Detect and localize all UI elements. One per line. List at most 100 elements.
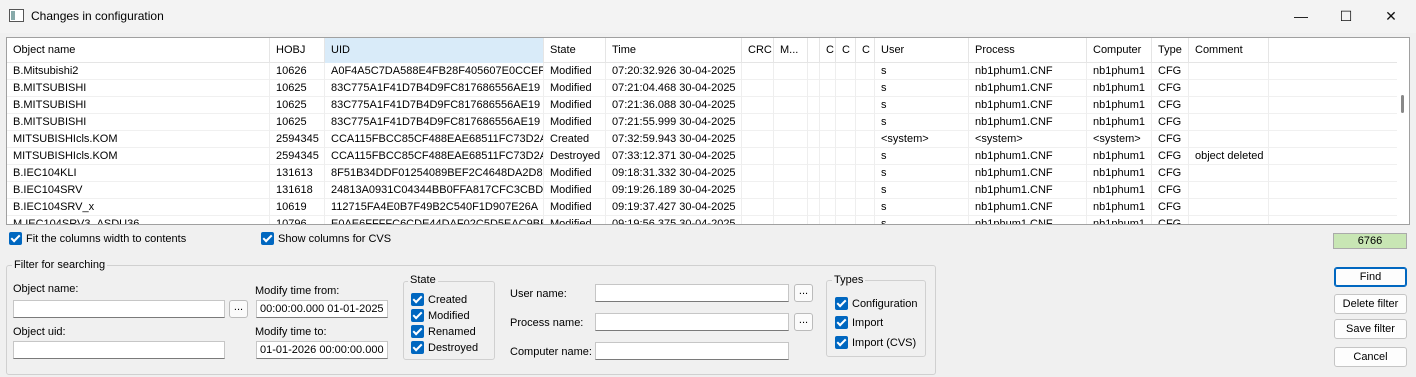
table-cell — [742, 131, 774, 148]
cancel-button[interactable]: Cancel — [1334, 347, 1407, 367]
table-row[interactable]: M.IEC104SRV3_ASDU36 10796 E0AE6FFFFC6CDE44… — [7, 216, 1398, 224]
table-cell — [774, 80, 808, 97]
process-name-label: Process name: — [510, 317, 584, 329]
type-import-checkbox[interactable]: Import — [835, 316, 883, 329]
table-row[interactable]: B.MITSUBISHI 10625 83C775A1F41D7B4D9FC8176… — [7, 114, 1398, 131]
table-cell: 09:19:26.189 30-04-2025 — [606, 182, 742, 199]
table-row[interactable]: B.IEC104SRV 131618 24813A0931C04344BB0FFA8… — [7, 182, 1398, 199]
state-destroyed-checkbox[interactable]: Destroyed — [411, 341, 478, 354]
table-cell — [820, 216, 836, 224]
table-cell — [836, 165, 856, 182]
modify-from-input[interactable]: 00:00:00.000 01-01-2025 — [256, 300, 388, 318]
table-cell — [836, 80, 856, 97]
table-cell: 10619 — [270, 199, 325, 216]
find-button[interactable]: Find — [1334, 267, 1407, 287]
table-cell — [856, 148, 875, 165]
column-header[interactable]: M... — [774, 38, 808, 63]
column-header[interactable]: HOBJ — [270, 38, 325, 63]
table-cell: Modified — [544, 216, 606, 224]
table-cell — [742, 216, 774, 224]
column-header[interactable] — [808, 38, 820, 63]
column-header[interactable]: CRC — [742, 38, 774, 63]
vertical-scrollbar[interactable] — [1397, 38, 1409, 224]
column-header[interactable]: C — [836, 38, 856, 63]
fit-columns-checkbox[interactable]: Fit the columns width to contents — [9, 232, 186, 245]
object-uid-input[interactable] — [13, 341, 225, 359]
table-cell — [1189, 165, 1269, 182]
table-cell: nb1phum1.CNF — [969, 199, 1087, 216]
table-cell — [774, 63, 808, 80]
state-created-checkbox[interactable]: Created — [411, 293, 467, 306]
table-row[interactable]: B.MITSUBISHI 10625 83C775A1F41D7B4D9FC8176… — [7, 80, 1398, 97]
save-filter-button[interactable]: Save filter — [1334, 319, 1407, 339]
table-cell: nb1phum1.CNF — [969, 148, 1087, 165]
changes-table[interactable]: Object name HOBJ UID State Time CRC M... C C C Use… — [6, 37, 1410, 225]
object-name-input[interactable] — [13, 300, 225, 318]
computer-name-input[interactable] — [595, 342, 789, 360]
column-header[interactable]: Process — [969, 38, 1087, 63]
table-row[interactable]: B.Mitsubishi2 10626 A0F4A5C7DA588E4FB28F40… — [7, 63, 1398, 80]
table-cell — [836, 199, 856, 216]
table-cell — [1189, 182, 1269, 199]
table-cell: 07:32:59.943 30-04-2025 — [606, 131, 742, 148]
table-cell: nb1phum1 — [1087, 216, 1152, 224]
column-header[interactable]: Object name — [7, 38, 270, 63]
user-name-browse-button[interactable]: ... — [794, 284, 813, 302]
state-renamed-label: Renamed — [428, 325, 476, 338]
user-name-input[interactable] — [595, 284, 789, 302]
column-header[interactable]: UID — [325, 38, 544, 63]
type-import-label: Import — [852, 316, 884, 329]
column-header[interactable]: Computer — [1087, 38, 1152, 63]
table-cell — [820, 131, 836, 148]
table-cell — [808, 216, 820, 224]
table-cell: 07:33:12.371 30-04-2025 — [606, 148, 742, 165]
table-cell: Modified — [544, 97, 606, 114]
table-cell — [1189, 114, 1269, 131]
delete-filter-button[interactable]: Delete filter — [1334, 294, 1407, 314]
table-cell: Destroyed — [544, 148, 606, 165]
table-cell: CFG — [1152, 80, 1189, 97]
close-button[interactable]: ✕ — [1368, 0, 1414, 32]
process-name-input[interactable] — [595, 313, 789, 331]
table-row[interactable]: MITSUBISHIcls.KOM 2594345 CCA115FBCC85CF48… — [7, 131, 1398, 148]
scrollbar-thumb[interactable] — [1401, 95, 1404, 113]
table-cell: Modified — [544, 63, 606, 80]
state-modified-checkbox[interactable]: Modified — [411, 309, 470, 322]
table-cell — [774, 114, 808, 131]
state-renamed-checkbox[interactable]: Renamed — [411, 325, 476, 338]
process-name-browse-button[interactable]: ... — [794, 313, 813, 331]
column-header[interactable]: User — [875, 38, 969, 63]
table-cell: nb1phum1.CNF — [969, 216, 1087, 224]
table-cell — [856, 216, 875, 224]
maximize-button[interactable]: ☐ — [1323, 0, 1369, 32]
table-cell: <system> — [1087, 131, 1152, 148]
table-row[interactable]: B.IEC104KLI 131613 8F51B34DDF01254089BEF2C… — [7, 165, 1398, 182]
type-import-cvs-checkbox[interactable]: Import (CVS) — [835, 336, 916, 349]
table-cell — [1189, 131, 1269, 148]
table-cell — [808, 80, 820, 97]
column-header[interactable]: Comment — [1189, 38, 1269, 63]
column-header[interactable]: Time — [606, 38, 742, 63]
table-row[interactable]: MITSUBISHIcls.KOM 2594345 CCA115FBCC85CF48… — [7, 148, 1398, 165]
table-cell: M.IEC104SRV3_ASDU36 — [7, 216, 270, 224]
table-cell — [836, 131, 856, 148]
table-cell: Created — [544, 131, 606, 148]
table-cell: B.IEC104KLI — [7, 165, 270, 182]
column-header[interactable]: Type — [1152, 38, 1189, 63]
table-cell: 07:21:55.999 30-04-2025 — [606, 114, 742, 131]
show-cvs-columns-checkbox[interactable]: Show columns for CVS — [261, 232, 391, 245]
minimize-button[interactable]: — — [1278, 0, 1324, 32]
app-window-icon — [9, 9, 24, 22]
type-configuration-checkbox[interactable]: Configuration — [835, 297, 917, 310]
modify-to-input[interactable]: 00:00:00.000 01-01-2026 — [256, 341, 388, 359]
table-cell: 83C775A1F41D7B4D9FC817686556AE19 — [325, 80, 544, 97]
table-cell: CFG — [1152, 165, 1189, 182]
table-cell — [808, 165, 820, 182]
table-row[interactable]: B.MITSUBISHI 10625 83C775A1F41D7B4D9FC8176… — [7, 97, 1398, 114]
object-name-browse-button[interactable]: ... — [229, 300, 248, 318]
table-cell — [742, 80, 774, 97]
table-row[interactable]: B.IEC104SRV_x 10619 112715FA4E0B7F49B2C540… — [7, 199, 1398, 216]
column-header[interactable]: C — [856, 38, 875, 63]
column-header[interactable]: C — [820, 38, 836, 63]
column-header[interactable]: State — [544, 38, 606, 63]
